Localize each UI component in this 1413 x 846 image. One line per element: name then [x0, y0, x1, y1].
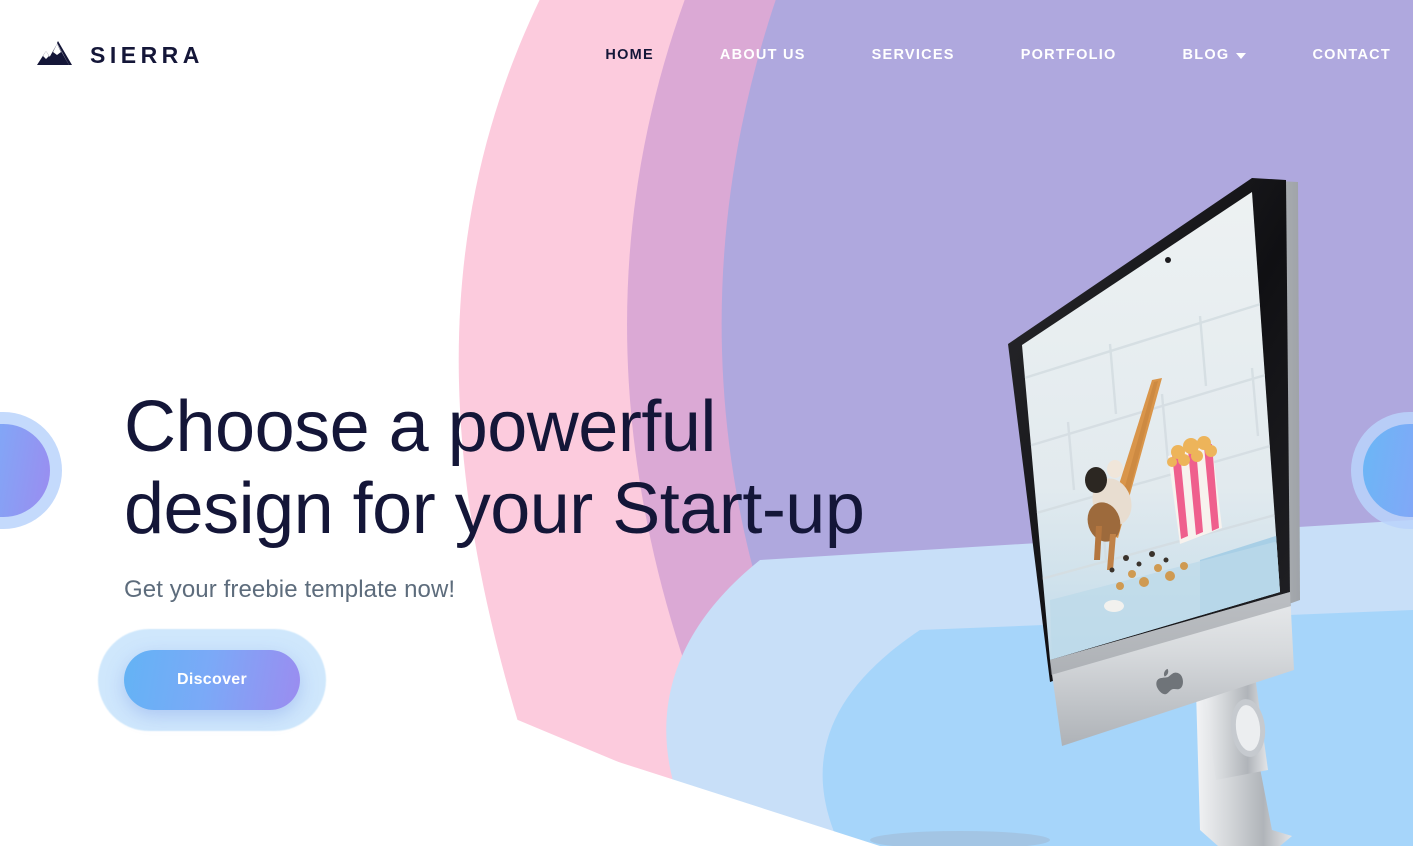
mountain-peaks-icon — [37, 41, 72, 65]
hero-slider-page: SIERRA HOME ABOUT US SERVICES PORTFOLIO … — [0, 0, 1413, 846]
nav-item-portfolio[interactable]: PORTFOLIO — [1021, 37, 1117, 73]
hero-title: Choose a powerful design for your Start-… — [124, 386, 1024, 550]
nav-item-label: ABOUT US — [719, 47, 806, 63]
nav-item-services[interactable]: SERVICES — [872, 37, 955, 73]
nav-item-label: CONTACT — [1312, 47, 1391, 63]
discover-button[interactable]: Discover — [124, 650, 300, 711]
chevron-down-icon — [1236, 53, 1247, 59]
nav-item-label: HOME — [605, 47, 654, 63]
nav-item-label: PORTFOLIO — [1020, 47, 1117, 63]
nav-item-home[interactable]: HOME — [605, 37, 654, 73]
nav-item-label: BLOG — [1182, 47, 1230, 63]
slider-next-button[interactable] — [1351, 412, 1413, 529]
nav-item-blog[interactable]: BLOG — [1183, 37, 1247, 73]
main-navigation: HOME ABOUT US SERVICES PORTFOLIO BLOG CO… — [605, 37, 1391, 73]
nav-item-about-us[interactable]: ABOUT US — [720, 37, 806, 73]
cta-container: Discover — [98, 629, 326, 732]
slider-prev-button[interactable] — [0, 412, 62, 529]
hero-subtitle: Get your freebie template now! — [124, 576, 456, 604]
site-header: SIERRA HOME ABOUT US SERVICES PORTFOLIO … — [0, 0, 1413, 110]
nav-item-label: SERVICES — [871, 47, 955, 63]
brand-name: SIERRA — [90, 41, 204, 68]
hero-title-line-2: design for your Start-up — [124, 469, 865, 550]
brand-logo-link[interactable]: SIERRA — [36, 41, 204, 69]
nav-item-contact[interactable]: CONTACT — [1312, 37, 1391, 73]
hero-title-line-1: Choose a powerful — [124, 387, 716, 467]
